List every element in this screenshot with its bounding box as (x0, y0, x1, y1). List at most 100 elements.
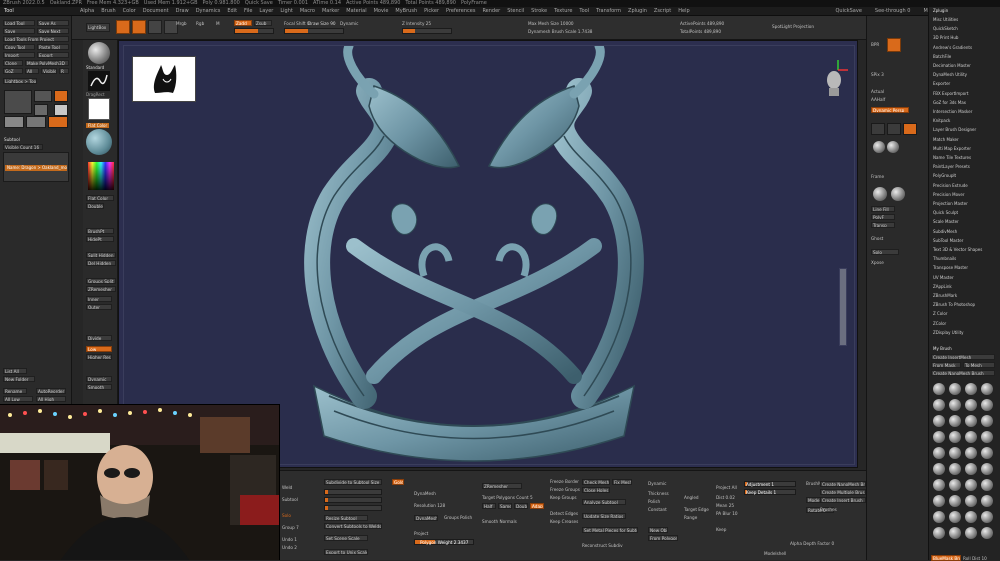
keep-label[interactable]: Keep (716, 527, 726, 532)
resolution-label[interactable]: Resolution 128 (414, 503, 445, 508)
brush-standard-icon[interactable] (88, 42, 110, 64)
project-all-label[interactable]: Project All (716, 485, 737, 490)
brush-palette-icon[interactable] (949, 415, 961, 427)
move-view-icon[interactable] (873, 141, 885, 153)
menu-item-picker[interactable]: Picker (424, 8, 439, 14)
viewport-scrollbar[interactable] (839, 268, 847, 346)
dynamesh-button[interactable]: DynaMesh (414, 515, 438, 521)
zplugin-item[interactable]: Name Tile Textures (933, 155, 971, 160)
brush-palette-icon[interactable] (949, 527, 961, 539)
tool-button-import[interactable]: Import (3, 52, 35, 58)
menu-item-zscript[interactable]: Zscript (654, 8, 671, 14)
rename-button[interactable]: Rename (3, 388, 27, 394)
axis-gizmo-icon[interactable] (836, 58, 848, 71)
dynamic-label[interactable]: Dynamic (340, 21, 358, 26)
resize-subtool-button[interactable]: Resize Subtool (324, 515, 368, 521)
brush-palette-icon[interactable] (933, 399, 945, 411)
brush-palette-icon[interactable] (949, 447, 961, 459)
zremesher-button[interactable]: ZRemesher (482, 483, 522, 489)
zplugin-item[interactable]: SubTool Master (933, 238, 963, 243)
brush-palette-icon[interactable] (965, 447, 977, 459)
solo-button[interactable]: Solo (871, 249, 899, 255)
target-edge-label[interactable]: Target Edge (684, 507, 709, 512)
menu-item-marker[interactable]: Marker (322, 8, 339, 14)
tool-button-lightbox-tools[interactable]: Lightbox > Tools (3, 78, 37, 84)
menu-item-mybrush[interactable]: MyBrush (395, 8, 417, 14)
zoom-view-icon[interactable] (891, 187, 905, 201)
tool-button-paste-tool[interactable]: Paste Tool (37, 44, 69, 50)
del-hidden-button[interactable]: Del Hidden (86, 260, 116, 266)
rotate-view-icon[interactable] (873, 187, 887, 201)
split-slider-2[interactable] (324, 497, 382, 503)
zplugin-item[interactable]: Precision Extrude (933, 183, 968, 188)
groups-label[interactable]: Groups (444, 515, 459, 520)
export-unix-scale-button[interactable]: Export to Unix Scale (324, 549, 368, 555)
freeze-groups-label[interactable]: Freeze Groups (550, 487, 580, 492)
canvas-document[interactable] (123, 45, 855, 465)
subtool-header[interactable]: Subtool (3, 137, 69, 143)
brush-palette-icon[interactable] (965, 399, 977, 411)
tool-button-export[interactable]: Export (37, 52, 69, 58)
brush-palette-icon[interactable] (965, 383, 977, 395)
fix-mesh-button[interactable]: Fix Mesh (612, 479, 632, 485)
subtool-small-label[interactable]: Subtool (282, 497, 298, 502)
angled-label[interactable]: Angled (684, 495, 699, 500)
create-insert-brush-button[interactable]: Create Insert Brush (820, 497, 866, 503)
menu-right-item[interactable]: QuickSave (835, 8, 861, 14)
brush-palette-icon[interactable] (949, 495, 961, 507)
zplugin-item[interactable]: Decimation Master (933, 63, 971, 68)
zplugin-item[interactable]: 3D Print Hub (933, 35, 958, 40)
aahalf-label[interactable]: AAHalf (871, 97, 885, 102)
alpha-thumbnail[interactable] (88, 98, 110, 120)
undo1-label[interactable]: Undo 1 (282, 537, 297, 542)
tool-thumb-polymesh[interactable] (34, 90, 52, 102)
brush-palette-icon[interactable] (933, 495, 945, 507)
convert-welds-button[interactable]: Convert Subtools to Welds (324, 523, 382, 529)
detect-edges-label[interactable]: Detect Edges (550, 511, 578, 516)
mrgb-toggle[interactable]: Mrgb (176, 21, 187, 26)
zplugin-item[interactable]: ZColor (933, 321, 946, 326)
menu-item-document[interactable]: Document (143, 8, 169, 14)
brush-palette-icon[interactable] (981, 447, 993, 459)
pa-blur-label[interactable]: PA Blur 10 (716, 511, 738, 516)
brush-pt-button[interactable]: BrushPt (86, 228, 114, 234)
ghost-label[interactable]: Ghost (871, 236, 883, 241)
brushes-label[interactable]: Brushes (820, 507, 837, 512)
gold-button[interactable]: Gold (392, 479, 404, 485)
brush-palette-icon[interactable] (981, 463, 993, 475)
modelshell-label[interactable]: Modelshell (764, 551, 786, 556)
menu-item-brush[interactable]: Brush (101, 8, 115, 14)
new-folder-button[interactable]: New Folder (3, 376, 35, 382)
rgb-intensity-slider[interactable] (234, 28, 274, 34)
brush-palette-icon[interactable] (949, 511, 961, 523)
xpose-label[interactable]: Xpose (871, 260, 884, 265)
focal-shift-label[interactable]: Focal Shift 0 (284, 21, 310, 26)
brush-palette-icon[interactable] (933, 527, 945, 539)
group-label[interactable]: Group 7 (282, 525, 299, 530)
subtool-active-row[interactable]: Name: Dragon > Oakland_model (5, 165, 67, 171)
create-nanomesh-button[interactable]: Create NanoMesh Brush (931, 370, 995, 376)
brush-palette-icon[interactable] (981, 495, 993, 507)
lsym-button[interactable] (903, 123, 917, 135)
tool-button-goz[interactable]: GoZ (3, 68, 23, 74)
tool-thumb-orange[interactable] (54, 90, 68, 102)
subtool-list[interactable]: Name: Dragon > Oakland_model (3, 152, 69, 182)
tool-thumb-a[interactable] (4, 116, 24, 128)
create-insertmesh-button[interactable]: Create InsertMesh (931, 354, 995, 360)
tool-button-all[interactable]: All (25, 68, 39, 74)
menu-item-transform[interactable]: Transform (596, 8, 621, 14)
freeze-border-label[interactable]: Freeze Border (550, 479, 579, 484)
split-similar-slider[interactable] (324, 489, 382, 495)
menu-item-layer[interactable]: Layer (259, 8, 273, 14)
alpha-depth-label[interactable]: Alpha Depth Factor 0 (790, 541, 834, 546)
rgb-toggle[interactable]: Rgb (196, 21, 204, 26)
analyze-subtool-button[interactable]: Analyze Subtool (582, 499, 626, 505)
tool-thumb-dragon[interactable] (4, 90, 32, 114)
local-button[interactable] (887, 123, 901, 135)
zplugin-item[interactable]: Z Color (933, 311, 947, 316)
keep-groups-label[interactable]: Keep Groups (550, 495, 577, 500)
brush-palette-icon[interactable] (965, 495, 977, 507)
z-intensity-label[interactable]: Z Intensity 25 (402, 21, 431, 26)
flat-color-button[interactable]: Flat Color (86, 195, 114, 201)
zplugin-item[interactable]: Layer Brush Designer (933, 127, 976, 132)
